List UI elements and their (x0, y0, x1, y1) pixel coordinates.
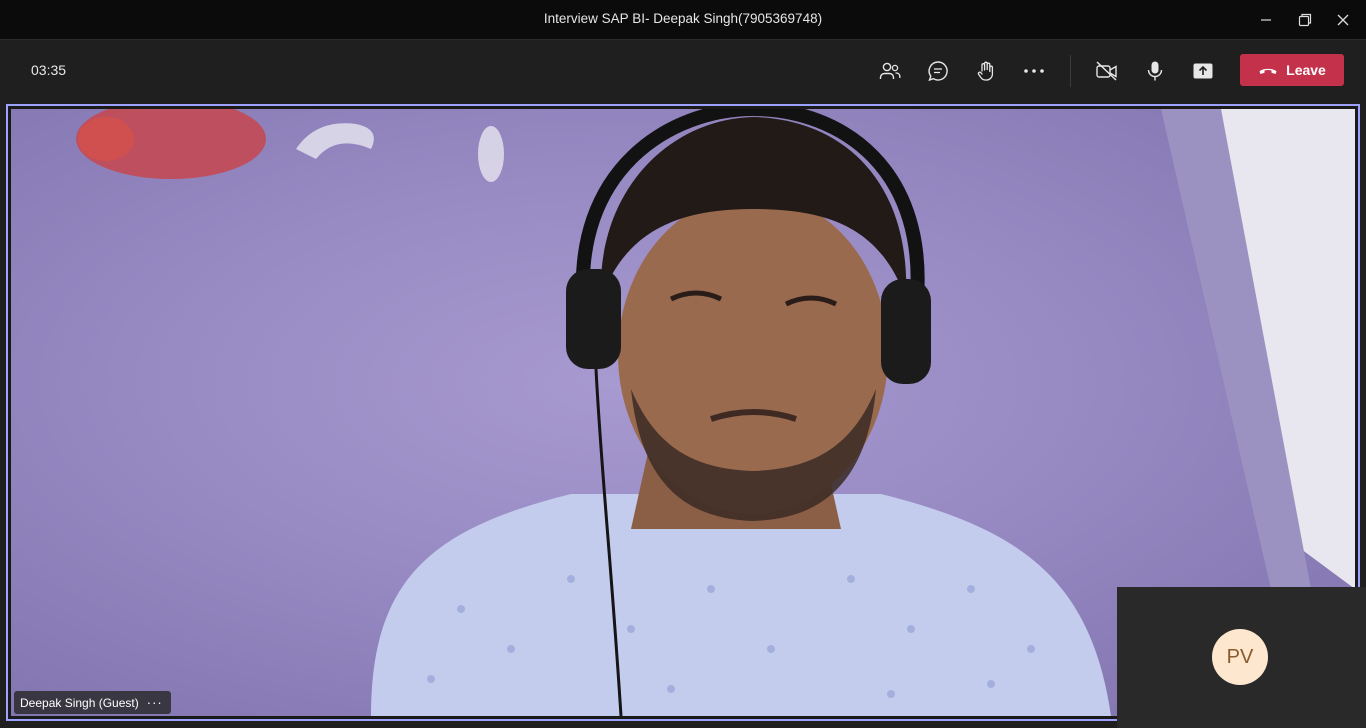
leave-label: Leave (1286, 62, 1326, 78)
leave-button[interactable]: Leave (1240, 54, 1344, 86)
raise-hand-button[interactable] (968, 54, 1004, 88)
camera-toggle-button[interactable] (1089, 54, 1125, 88)
share-screen-button[interactable] (1185, 54, 1221, 88)
minimize-icon (1261, 19, 1271, 21)
participants-button[interactable] (872, 54, 908, 88)
camera-off-icon (1096, 61, 1117, 81)
more-actions-button[interactable] (1016, 54, 1052, 88)
share-screen-icon (1193, 63, 1213, 79)
meeting-toolbar: 03:35 Leave (0, 40, 1366, 102)
people-icon (879, 62, 901, 79)
close-button[interactable] (1320, 0, 1366, 40)
participant-name: Deepak Singh (Guest) (20, 695, 139, 710)
toolbar-divider (1070, 55, 1071, 87)
participant-name-tag: Deepak Singh (Guest) ··· (14, 691, 171, 714)
chat-icon (928, 61, 948, 82)
participant-more-button[interactable]: ··· (147, 695, 163, 710)
raise-hand-icon (977, 61, 994, 81)
more-icon (1024, 69, 1044, 73)
call-timer: 03:35 (31, 62, 67, 78)
close-icon (1337, 14, 1349, 26)
chat-button[interactable] (920, 54, 956, 88)
hang-up-icon (1259, 68, 1277, 74)
restore-icon (1298, 13, 1312, 27)
window-title: Interview SAP BI- Deepak Singh(790536974… (543, 11, 823, 26)
title-bar: Interview SAP BI- Deepak Singh(790536974… (0, 0, 1366, 40)
microphone-icon (1147, 61, 1163, 81)
microphone-toggle-button[interactable] (1137, 54, 1173, 88)
self-avatar: PV (1212, 629, 1268, 685)
